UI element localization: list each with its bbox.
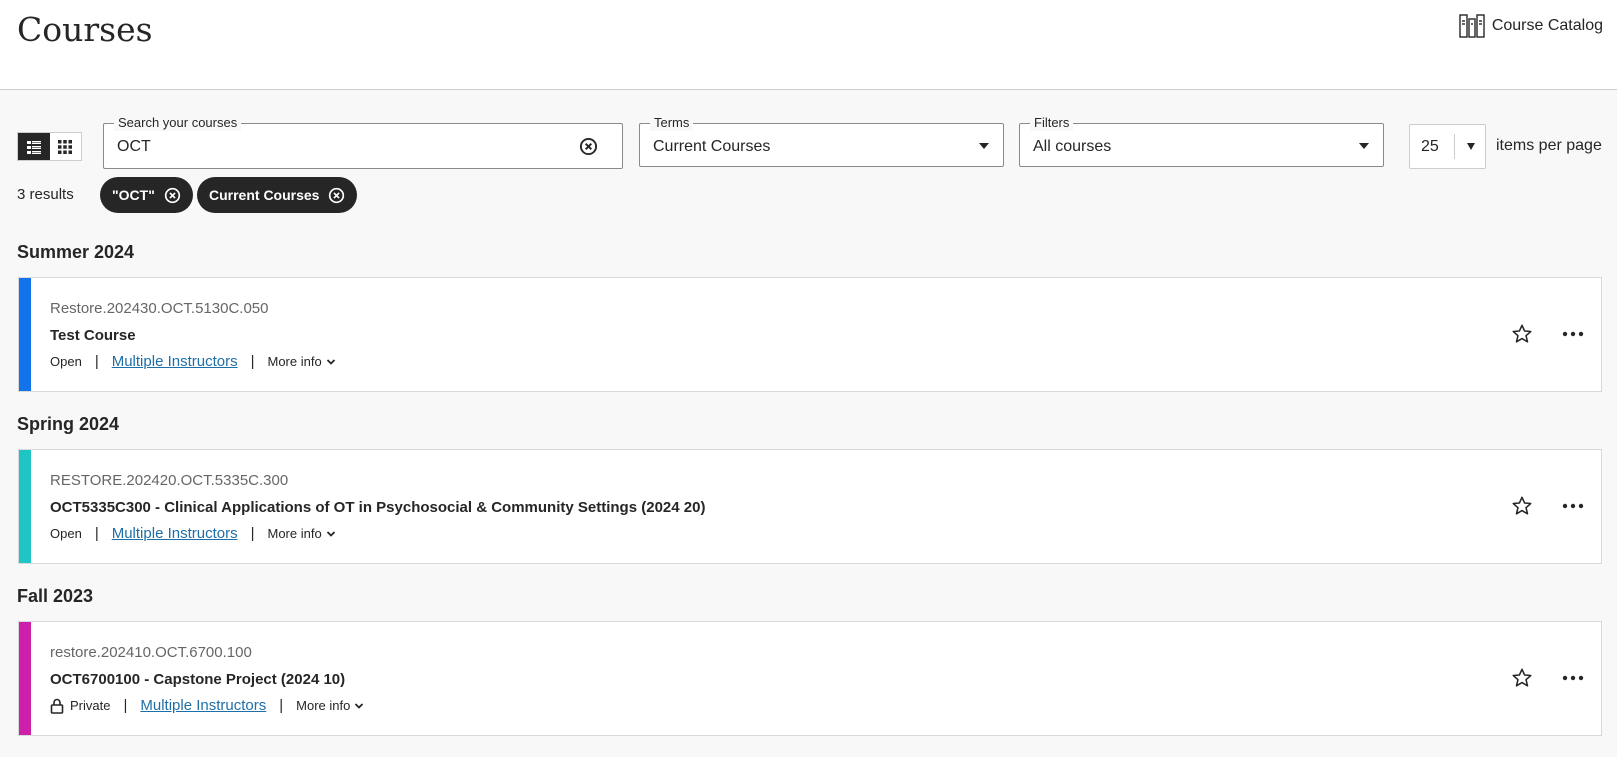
chip-label: Current Courses (209, 187, 320, 203)
term-heading: Summer 2024 (17, 242, 135, 262)
divider: | (94, 525, 99, 542)
more-info-label: More info (296, 698, 351, 713)
view-toggle (17, 132, 82, 161)
chevron-down-icon (355, 702, 364, 709)
divider (1454, 134, 1455, 159)
course-color-bar (19, 450, 31, 563)
course-status: Open (50, 526, 82, 541)
favorite-star-icon[interactable] (1511, 495, 1533, 517)
page-title: Courses (17, 10, 153, 49)
course-color-bar (19, 278, 31, 391)
filters-value: All courses (1033, 138, 1112, 155)
course-name[interactable]: OCT6700100 - Capstone Project (2024 10) (50, 671, 345, 688)
term-heading: Fall 2023 (17, 586, 94, 606)
course-status: Open (50, 354, 82, 369)
items-per-page-select[interactable]: 25 (1409, 124, 1486, 169)
course-catalog-icon (1459, 14, 1485, 38)
terms-label: Terms (650, 115, 694, 131)
caret-down-icon (1467, 143, 1475, 150)
divider: | (279, 697, 284, 714)
grid-view-button[interactable] (50, 133, 82, 160)
clear-search-icon[interactable] (579, 137, 598, 156)
favorite-star-icon[interactable] (1511, 323, 1533, 345)
items-per-page-value: 25 (1421, 138, 1439, 155)
page-header: Courses Course Catalog (0, 0, 1617, 90)
divider: | (123, 697, 128, 714)
course-card[interactable]: Restore.202430.OCT.5130C.050 Test Course… (18, 277, 1602, 392)
more-options-icon[interactable] (1561, 496, 1585, 516)
course-catalog-link[interactable]: Course Catalog (1458, 12, 1603, 40)
grid-view-icon (58, 139, 73, 154)
lock-icon (50, 698, 64, 714)
course-card[interactable]: RESTORE.202420.OCT.5335C.300 OCT5335C300… (18, 449, 1602, 564)
course-code: restore.202410.OCT.6700.100 (50, 644, 252, 661)
chevron-down-icon (326, 530, 335, 537)
course-name[interactable]: Test Course (50, 327, 136, 344)
chevron-down-icon (326, 358, 335, 365)
divider: | (94, 353, 99, 370)
more-options-icon[interactable] (1561, 668, 1585, 688)
remove-chip-icon[interactable] (328, 187, 345, 204)
items-per-page-label: items per page (1496, 137, 1602, 154)
instructors-link[interactable]: Multiple Instructors (112, 353, 238, 370)
more-info-label: More info (267, 526, 322, 541)
filters-label: Filters (1030, 115, 1074, 131)
search-input[interactable]: OCT (117, 138, 151, 156)
more-info-toggle[interactable]: More info (268, 354, 336, 369)
course-name[interactable]: OCT5335C300 - Clinical Applications of O… (50, 499, 705, 516)
course-catalog-label: Course Catalog (1491, 17, 1603, 34)
filter-chip-search[interactable]: "OCT" (100, 177, 193, 213)
more-info-toggle[interactable]: More info (268, 526, 336, 541)
divider: | (250, 353, 255, 370)
chip-label: "OCT" (112, 187, 155, 203)
remove-chip-icon[interactable] (164, 187, 181, 204)
instructors-link[interactable]: Multiple Instructors (112, 525, 238, 542)
results-count: 3 results (17, 186, 74, 203)
terms-select[interactable]: Terms Current Courses (639, 115, 1004, 167)
course-meta: Open | Multiple Instructors | More info (50, 353, 336, 370)
more-options-icon[interactable] (1561, 324, 1585, 344)
term-heading: Spring 2024 (17, 414, 120, 434)
chevron-down-icon (1359, 143, 1369, 149)
chevron-down-icon (979, 143, 989, 149)
course-meta: Private | Multiple Instructors | More in… (50, 697, 364, 714)
divider: | (250, 525, 255, 542)
course-card[interactable]: restore.202410.OCT.6700.100 OCT6700100 -… (18, 621, 1602, 736)
list-view-button[interactable] (18, 133, 50, 160)
course-meta: Open | Multiple Instructors | More info (50, 525, 336, 542)
more-info-label: More info (267, 354, 322, 369)
search-courses-field[interactable]: Search your courses OCT (103, 115, 623, 169)
favorite-star-icon[interactable] (1511, 667, 1533, 689)
course-code: RESTORE.202420.OCT.5335C.300 (50, 472, 289, 489)
course-status: Private (70, 698, 111, 713)
list-view-icon (26, 140, 41, 154)
course-code: Restore.202430.OCT.5130C.050 (50, 300, 269, 317)
course-color-bar (19, 622, 31, 735)
filters-select[interactable]: Filters All courses (1019, 115, 1384, 167)
filter-chip-terms[interactable]: Current Courses (197, 177, 358, 213)
search-courses-label: Search your courses (114, 115, 242, 131)
terms-value: Current Courses (653, 138, 771, 155)
more-info-toggle[interactable]: More info (296, 698, 364, 713)
instructors-link[interactable]: Multiple Instructors (140, 697, 266, 714)
